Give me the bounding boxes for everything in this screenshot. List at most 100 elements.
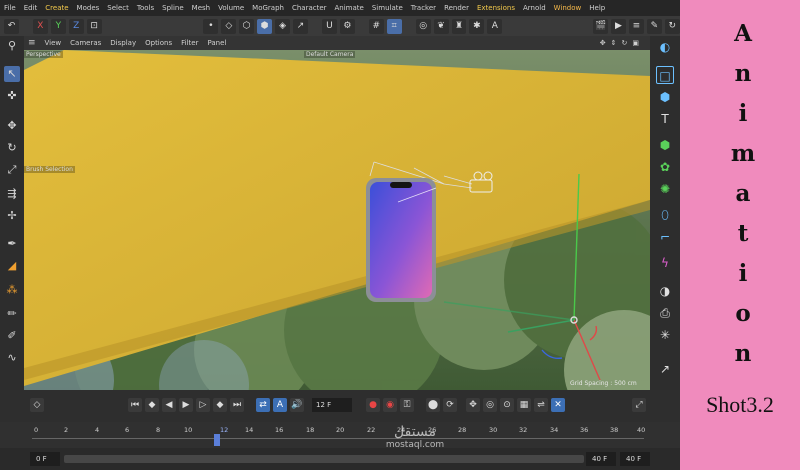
interactive-render-icon[interactable]: ↻ bbox=[664, 18, 680, 34]
next-key-icon[interactable]: ◆ bbox=[213, 398, 227, 412]
prev-frame-icon[interactable]: ◀ bbox=[162, 398, 176, 412]
coordinate-system-icon[interactable]: ⊡ bbox=[86, 18, 102, 34]
cloner-icon[interactable]: ✿ bbox=[656, 158, 674, 176]
menu-render[interactable]: Render bbox=[444, 4, 469, 12]
environment-icon[interactable]: ◑ bbox=[656, 282, 674, 300]
texture-mode-icon[interactable]: ◈ bbox=[275, 18, 291, 34]
autokey-icon[interactable]: ◉ bbox=[383, 398, 397, 412]
range-slider[interactable] bbox=[64, 455, 584, 463]
menu-spline[interactable]: Spline bbox=[162, 4, 184, 12]
null-object-icon[interactable]: □ bbox=[656, 66, 674, 84]
start-frame-field[interactable]: 0 F bbox=[30, 452, 60, 466]
menu-mesh[interactable]: Mesh bbox=[192, 4, 210, 12]
picture-viewer-icon[interactable]: ✱ bbox=[469, 18, 485, 34]
viewport-menu-cameras[interactable]: Cameras bbox=[70, 39, 101, 47]
rotate-tool-icon[interactable]: ↻ bbox=[4, 140, 20, 156]
current-frame-field[interactable]: 12 F bbox=[312, 398, 352, 412]
tag-icon[interactable]: ↗ bbox=[656, 360, 674, 378]
record-scale-icon[interactable]: ✥ bbox=[466, 398, 480, 412]
effector-icon[interactable]: ϟ bbox=[656, 254, 674, 272]
max-frame-field[interactable]: 40 F bbox=[620, 452, 650, 466]
sound-icon[interactable]: 🔊 bbox=[290, 398, 304, 412]
record-icon[interactable]: ● bbox=[366, 398, 380, 412]
key-toggle-icon[interactable]: ⇌ bbox=[534, 398, 548, 412]
layout-icon[interactable]: ◐ bbox=[656, 38, 674, 56]
search-icon[interactable]: ⚲ bbox=[4, 38, 20, 54]
menu-tracker[interactable]: Tracker bbox=[411, 4, 436, 12]
record-position-icon[interactable]: ⬤ bbox=[426, 398, 440, 412]
camera-name-label[interactable]: Default Camera bbox=[304, 51, 356, 58]
sketch-tool-icon[interactable]: ⁂ bbox=[4, 282, 20, 298]
snap-settings-icon[interactable]: ⚙ bbox=[339, 18, 355, 34]
timeline-ruler[interactable]: 0 2 4 6 8 10 12 14 16 18 20 22 24 26 28 … bbox=[0, 422, 680, 448]
menu-character[interactable]: Character bbox=[292, 4, 327, 12]
viewport-menu-options[interactable]: Options bbox=[145, 39, 172, 47]
menu-create[interactable]: Create bbox=[45, 4, 68, 12]
go-to-end-icon[interactable]: ⏭ bbox=[230, 398, 244, 412]
loop-icon[interactable]: ⇄ bbox=[256, 398, 270, 412]
points-mode-icon[interactable]: • bbox=[203, 18, 219, 34]
next-frame-icon[interactable]: ▷ bbox=[196, 398, 210, 412]
menu-animate[interactable]: Animate bbox=[335, 4, 364, 12]
paint-tool-icon[interactable]: ✐ bbox=[4, 328, 20, 344]
keyframe-selection-icon[interactable]: ⚿ bbox=[400, 398, 414, 412]
cube-icon[interactable]: ⬢ bbox=[656, 88, 674, 106]
pen-tool-icon[interactable]: ✒ bbox=[4, 236, 20, 252]
field-icon[interactable]: ⬯ bbox=[656, 206, 674, 224]
live-selection-icon[interactable]: ✜ bbox=[4, 88, 20, 104]
timeline-tools-icon[interactable]: ✕ bbox=[551, 398, 565, 412]
text-icon[interactable]: T bbox=[656, 110, 674, 128]
clapboard-icon[interactable]: 🎬 bbox=[593, 18, 609, 34]
menu-select[interactable]: Select bbox=[107, 4, 129, 12]
interpolation-icon[interactable]: ▦ bbox=[517, 398, 531, 412]
render-settings-icon[interactable]: ♜ bbox=[451, 18, 467, 34]
edges-mode-icon[interactable]: ◇ bbox=[221, 18, 237, 34]
lock-x-button[interactable]: X bbox=[32, 18, 48, 34]
select-tool-icon[interactable]: ↖ bbox=[4, 66, 20, 82]
deformer-icon[interactable]: ✺ bbox=[656, 180, 674, 198]
menu-modes[interactable]: Modes bbox=[77, 4, 100, 12]
menu-tools[interactable]: Tools bbox=[137, 4, 154, 12]
menu-file[interactable]: File bbox=[4, 4, 16, 12]
menu-edit[interactable]: Edit bbox=[24, 4, 38, 12]
perspective-viewport[interactable]: Perspective Default Camera Brush Selecti… bbox=[24, 50, 650, 390]
camera-object-button-icon[interactable]: ⎙ bbox=[656, 304, 674, 322]
arnold-render-icon[interactable]: A bbox=[487, 18, 503, 34]
render-queue-icon[interactable]: ≡ bbox=[628, 18, 644, 34]
axis-mode-icon[interactable]: ↗ bbox=[293, 18, 308, 34]
go-to-start-icon[interactable]: ⏮ bbox=[128, 398, 142, 412]
viewport-menu-display[interactable]: Display bbox=[110, 39, 136, 47]
axis-tool-icon[interactable]: ✢ bbox=[4, 208, 20, 224]
scale-tool-icon[interactable]: ⤢ bbox=[4, 162, 20, 178]
menu-help[interactable]: Help bbox=[589, 4, 605, 12]
viewport-menu-view[interactable]: View bbox=[45, 39, 62, 47]
playback-mode-icon[interactable]: A bbox=[273, 398, 287, 412]
snap-icon[interactable]: U bbox=[321, 18, 337, 34]
generator-icon[interactable]: ⬢ bbox=[656, 136, 674, 154]
light-icon[interactable]: ✳ bbox=[656, 326, 674, 344]
viewport-menu-panel[interactable]: Panel bbox=[207, 39, 226, 47]
keyframe-diamond-icon[interactable]: ◇ bbox=[30, 398, 44, 412]
edit-render-icon[interactable]: ✎ bbox=[646, 18, 662, 34]
spline-object-icon[interactable]: ⌐ bbox=[656, 228, 674, 246]
menu-volume[interactable]: Volume bbox=[218, 4, 244, 12]
record-rotation-icon[interactable]: ⟳ bbox=[443, 398, 457, 412]
render-view-icon[interactable]: ❦ bbox=[433, 18, 449, 34]
move-tool-icon[interactable]: ✥ bbox=[4, 118, 20, 134]
hair-tool-icon[interactable]: ∿ bbox=[4, 350, 20, 366]
lock-z-button[interactable]: Z bbox=[68, 18, 84, 34]
record-param-icon[interactable]: ◎ bbox=[483, 398, 497, 412]
model-mode-icon[interactable]: ⬢ bbox=[257, 18, 273, 34]
hamburger-icon[interactable]: ≡ bbox=[28, 38, 36, 48]
viewport-menu-filter[interactable]: Filter bbox=[181, 39, 198, 47]
timeline-expand-icon[interactable]: ⤢ bbox=[632, 398, 646, 412]
spline-tool-icon[interactable]: ◢ bbox=[4, 258, 20, 274]
workplane-icon[interactable]: # bbox=[368, 18, 384, 34]
transfer-tool-icon[interactable]: ⇶ bbox=[4, 186, 20, 202]
end-frame-field[interactable]: 40 F bbox=[586, 452, 616, 466]
menu-window[interactable]: Window bbox=[554, 4, 582, 12]
render-active-icon[interactable]: ▶ bbox=[611, 18, 626, 34]
polygons-mode-icon[interactable]: ⬡ bbox=[239, 18, 255, 34]
viewport-nav-icons[interactable]: ✥⇕↻▣ bbox=[600, 39, 650, 47]
render-region-icon[interactable]: ◎ bbox=[415, 18, 431, 34]
